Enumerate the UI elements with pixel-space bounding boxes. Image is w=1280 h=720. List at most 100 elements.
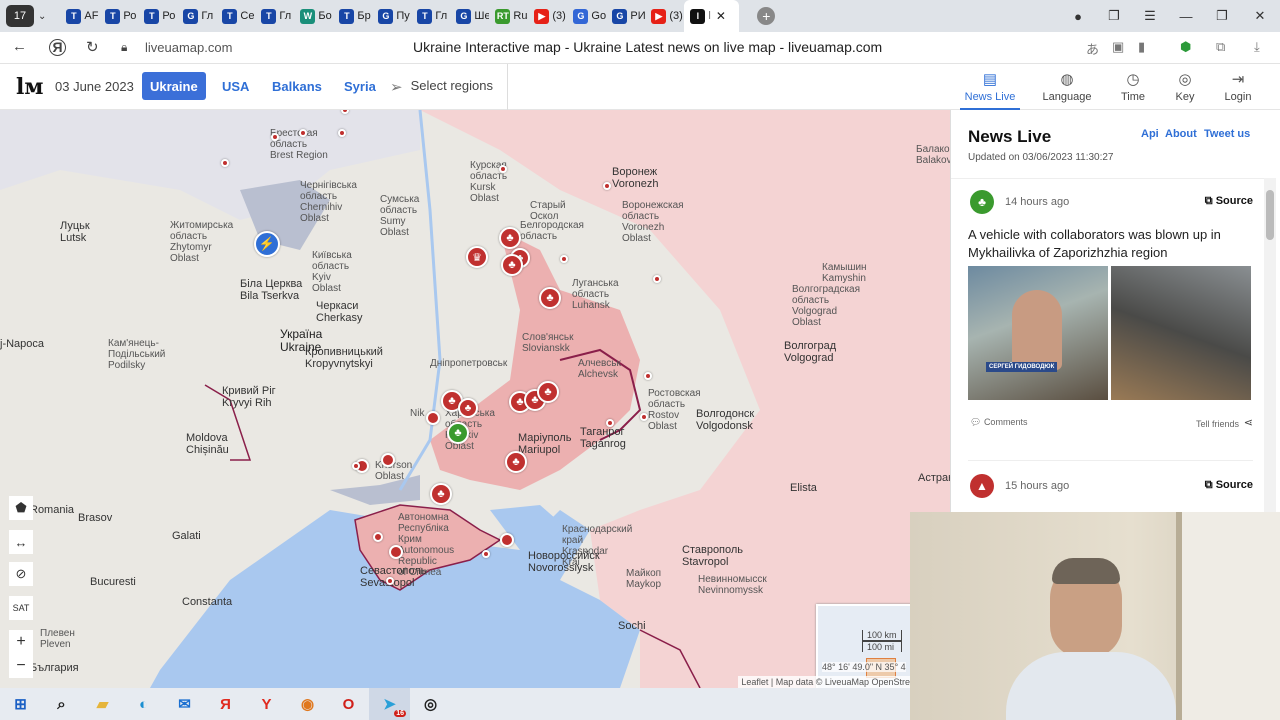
browser-tab[interactable]: G Пу [372, 0, 411, 32]
chevron-down-icon[interactable]: ⌄ [38, 11, 46, 22]
map-event-marker[interactable]: ♣ [458, 398, 478, 418]
restore-icon[interactable]: ❐ [1204, 0, 1240, 32]
url-text[interactable]: liveuamap.com [145, 40, 232, 55]
satellite-toggle[interactable]: SAT [9, 596, 33, 620]
protect-shield-icon[interactable]: ⬢ [1180, 39, 1191, 55]
reader-icon[interactable]: ▣ [1112, 39, 1124, 55]
map-event-marker[interactable]: ♣ [505, 451, 527, 473]
close-window-icon[interactable]: ✕ [1242, 0, 1278, 32]
select-regions-button[interactable]: ➢ Select regions [390, 78, 493, 96]
map-event-marker[interactable] [560, 255, 568, 263]
telegram-icon[interactable]: ➤ 16 [369, 688, 410, 720]
map-event-marker[interactable]: ♣ [501, 254, 523, 276]
close-tab-icon[interactable]: ✕ [716, 9, 726, 23]
download-icon[interactable]: ⤓ [1254, 39, 1260, 55]
obs-icon[interactable]: ◎ [410, 688, 451, 720]
panel-scrollbar[interactable] [1264, 178, 1276, 512]
map-event-marker[interactable] [373, 532, 383, 542]
tab-counter-button[interactable]: 17 [6, 5, 34, 27]
map-event-marker[interactable] [426, 411, 440, 425]
browser-tab[interactable]: W Бо [294, 0, 333, 32]
file-explorer-icon[interactable]: ▰ [82, 688, 123, 720]
source-link[interactable]: ⧉ Source [1205, 195, 1253, 208]
map-event-marker[interactable]: ♣ [539, 287, 561, 309]
browser-tab[interactable]: G Ше [450, 0, 489, 32]
extensions-icon[interactable]: ⧉ [1216, 39, 1225, 55]
draw-polygon-icon[interactable]: ⬟ [9, 496, 33, 520]
share-icon[interactable]: ⋖ [1244, 416, 1253, 429]
map-event-marker[interactable]: ♣ [537, 381, 559, 403]
map-event-marker[interactable]: ♣ [499, 227, 521, 249]
map-event-marker[interactable] [352, 462, 360, 470]
minimize-icon[interactable]: — [1168, 0, 1204, 32]
map-event-marker[interactable] [271, 133, 279, 141]
map-event-marker[interactable] [389, 545, 403, 559]
active-tab[interactable]: l l ✕ [684, 0, 740, 32]
map-event-marker[interactable] [653, 275, 661, 283]
menu-language[interactable]: ◍ Language [1037, 70, 1097, 103]
browser-tab[interactable]: G Go [567, 0, 606, 32]
browser-tab[interactable]: G Гл [177, 0, 216, 32]
browser-tab[interactable]: T Бр [333, 0, 372, 32]
map-event-marker[interactable] [381, 453, 395, 467]
mail-icon[interactable]: ✉ [164, 688, 205, 720]
map-event-marker[interactable] [386, 577, 394, 585]
opera-icon[interactable]: O [328, 688, 369, 720]
map-event-marker[interactable] [644, 372, 652, 380]
map-event-marker[interactable] [606, 419, 614, 427]
yandex-browser-icon[interactable]: Y [246, 688, 287, 720]
browser-tab[interactable]: T Ро [99, 0, 138, 32]
map-event-marker[interactable] [221, 159, 229, 167]
map-event-marker[interactable] [482, 550, 490, 558]
menu-login[interactable]: ⇥ Login [1208, 70, 1268, 103]
windows-icon[interactable]: ⊞ [0, 688, 41, 720]
yandex-icon[interactable]: Я [205, 688, 246, 720]
tell-friends-link[interactable]: Tell friends [1196, 419, 1239, 429]
region-usa[interactable]: USA [214, 72, 257, 100]
browser-tab[interactable]: T Се [216, 0, 255, 32]
news-item[interactable]: ♣ 14 hours ago ⧉ Source A vehicle with c… [968, 190, 1253, 460]
map-event-marker[interactable]: ⚡ [254, 231, 280, 257]
map-event-marker[interactable] [603, 182, 611, 190]
interactive-map[interactable]: Воронеж Voronezh Старый Оскол Курская об… [0, 110, 950, 688]
region-ukraine[interactable]: Ukraine [142, 72, 206, 100]
menu-icon[interactable]: ☰ [1132, 0, 1168, 32]
browser-tab[interactable]: T AF [60, 0, 99, 32]
map-event-marker[interactable]: ♣ [447, 422, 469, 444]
back-icon[interactable]: ← [12, 38, 27, 55]
news-photo-interview[interactable]: СЕРГЕЙ ГИДОВОДЮК [968, 266, 1108, 400]
menu-news-live[interactable]: ▤ News Live [960, 70, 1020, 110]
news-item[interactable]: ▲ 15 hours ago ⧉ Source [968, 474, 1253, 504]
browser-tab[interactable]: ▶ (3) [528, 0, 567, 32]
tweet-us-link[interactable]: Tweet us [1204, 128, 1250, 140]
collections-icon[interactable]: ❐ [1096, 0, 1132, 32]
news-title[interactable]: A vehicle with collaborators was blown u… [968, 226, 1253, 261]
map-event-marker[interactable]: ♣ [430, 483, 452, 505]
map-event-marker[interactable] [338, 129, 346, 137]
browser-tab[interactable]: G РИ [606, 0, 645, 32]
search-icon[interactable]: ⌕ [41, 688, 82, 720]
browser-tab[interactable]: T Ро [138, 0, 177, 32]
menu-time[interactable]: ◷ Time [1103, 70, 1163, 103]
liveuamap-logo[interactable]: lм [16, 74, 43, 100]
api-link[interactable]: Api [1141, 128, 1159, 140]
map-event-marker[interactable] [500, 533, 514, 547]
region-syria[interactable]: Syria [336, 72, 384, 100]
hide-layer-icon[interactable]: ⊘ [9, 562, 33, 586]
map-event-marker[interactable] [640, 413, 648, 421]
map-event-marker[interactable] [299, 129, 307, 137]
menu-key[interactable]: ◎ Key [1155, 70, 1215, 103]
region-balkans[interactable]: Balkans [264, 72, 330, 100]
browser-tab[interactable]: RTRus [489, 0, 528, 32]
bookmark-icon[interactable]: ▮ [1138, 39, 1145, 55]
comments-link[interactable]: 💬︎ Comments [970, 417, 1027, 428]
news-photo-burned-car[interactable] [1111, 266, 1251, 400]
date-label[interactable]: 03 June 2023 [55, 79, 134, 94]
edge-icon[interactable]: ◐ [123, 688, 164, 720]
profile-icon[interactable]: ● [1060, 0, 1096, 32]
lock-icon[interactable]: 🔒︎ [121, 40, 127, 55]
zoom-in-button[interactable]: + [9, 630, 33, 654]
measure-icon[interactable]: ↔ [9, 530, 33, 554]
new-tab-button[interactable]: + [757, 7, 776, 25]
browser-tab[interactable]: ▶ (3) [645, 0, 684, 32]
